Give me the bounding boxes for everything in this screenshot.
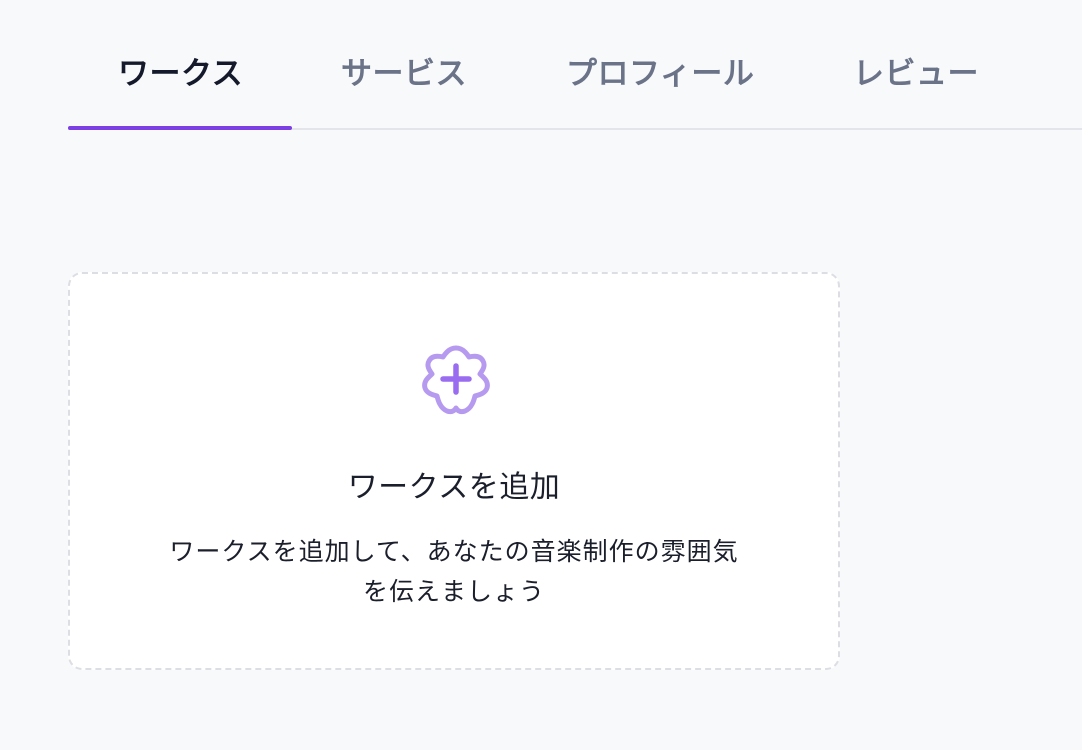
add-circle-icon-graphic: [422, 345, 490, 415]
tab-reviews[interactable]: レビュー: [853, 48, 979, 93]
tab-works[interactable]: ワークス: [118, 48, 243, 93]
tab-profile[interactable]: プロフィール: [566, 48, 754, 93]
add-works-description-line1: ワークスを追加して、あなたの音楽制作の雰囲気: [169, 537, 739, 566]
add-works-description: ワークスを追加して、あなたの音楽制作の雰囲気 を伝えましょう: [110, 532, 798, 612]
active-tab-indicator: [68, 126, 292, 130]
tab-bar: ワークス サービス プロフィール レビュー: [68, 0, 1082, 130]
page: ワークス サービス プロフィール レビュー ワークスを追加 ワークスを追加して、…: [0, 0, 1082, 750]
add-circle-icon: [413, 338, 499, 424]
tab-services[interactable]: サービス: [341, 48, 467, 93]
add-works-description-line2: を伝えましょう: [362, 577, 545, 606]
add-works-card[interactable]: ワークスを追加 ワークスを追加して、あなたの音楽制作の雰囲気 を伝えましょう: [68, 272, 840, 670]
add-works-title: ワークスを追加: [347, 470, 561, 505]
